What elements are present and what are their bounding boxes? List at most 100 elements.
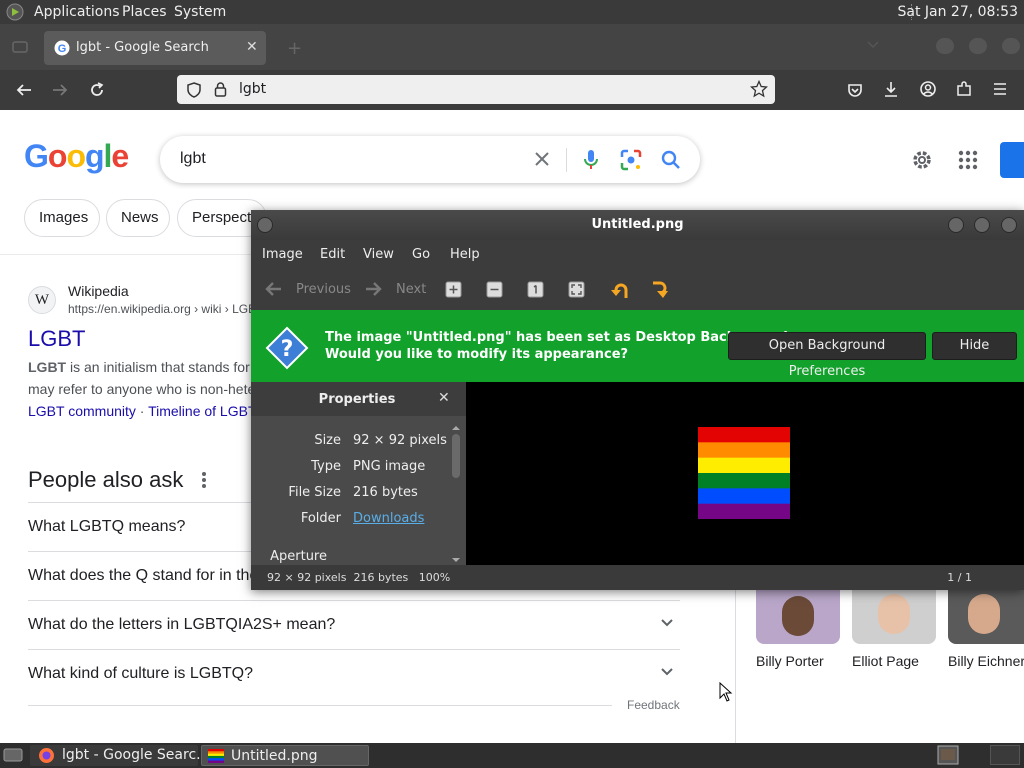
paa-more-options-icon[interactable]: [201, 471, 207, 489]
person-name[interactable]: Billy Porter: [756, 653, 824, 669]
rotate-right-icon[interactable]: [648, 279, 670, 301]
menu-go[interactable]: Go: [412, 247, 430, 262]
downloads-icon[interactable]: [882, 80, 900, 98]
best-fit-icon[interactable]: [568, 281, 585, 298]
image-canvas[interactable]: [466, 382, 1024, 565]
close-icon[interactable]: [1001, 217, 1017, 233]
browser-tab[interactable]: G lgbt - Google Search ✕: [44, 31, 266, 65]
hide-button[interactable]: Hide: [932, 332, 1017, 360]
url-bar[interactable]: lgbt: [177, 75, 775, 104]
minimize-window-icon[interactable]: [936, 38, 954, 54]
property-value: 92 × 92 pixels: [353, 433, 447, 448]
close-properties-icon[interactable]: ✕: [438, 390, 450, 406]
taskbar-label: lgbt - Google Searc...: [62, 747, 210, 763]
downloads-folder-link[interactable]: Downloads: [353, 511, 424, 526]
back-arrow-icon[interactable]: [15, 82, 33, 98]
taskbar-item-browser[interactable]: lgbt - Google Searc...: [30, 745, 210, 766]
distro-logo-icon[interactable]: [6, 3, 24, 21]
next-button[interactable]: Next: [396, 282, 426, 297]
google-search-box[interactable]: lgbt: [160, 136, 700, 183]
paa-question: What do the letters in LGBTQIA2S+ mean?: [28, 616, 336, 633]
account-icon[interactable]: [919, 80, 937, 98]
reload-icon[interactable]: [88, 81, 106, 99]
result-url[interactable]: https://en.wikipedia.org › wiki › LGB: [68, 302, 256, 316]
system-menu[interactable]: System: [174, 4, 226, 20]
lock-icon[interactable]: [214, 81, 227, 97]
viewer-titlebar[interactable]: Untitled.png: [251, 210, 1024, 240]
result-source-name[interactable]: Wikipedia: [68, 283, 129, 299]
shield-icon[interactable]: [187, 82, 201, 98]
new-tab-icon[interactable]: +: [287, 38, 302, 59]
window-menu-icon[interactable]: [257, 217, 273, 233]
next-arrow-icon[interactable]: [364, 280, 384, 298]
workspace-switcher-icon[interactable]: [937, 745, 959, 765]
minimize-icon[interactable]: [948, 217, 964, 233]
properties-scrollbar[interactable]: [450, 422, 462, 565]
show-desktop-icon[interactable]: [3, 747, 23, 763]
chip-images[interactable]: Images: [24, 199, 100, 237]
workspace-2[interactable]: [990, 745, 1020, 765]
applications-menu[interactable]: Applications: [34, 4, 120, 20]
chevron-down-icon[interactable]: [660, 667, 674, 677]
elliot-page-photo[interactable]: [852, 590, 936, 644]
google-apps-icon[interactable]: [958, 150, 978, 170]
paa-question-row[interactable]: What do the letters in LGBTQIA2S+ mean?: [28, 600, 680, 649]
chip-news[interactable]: News: [106, 199, 170, 237]
flag-stripe: [698, 488, 790, 505]
pocket-icon[interactable]: [846, 81, 864, 99]
url-text[interactable]: lgbt: [239, 81, 266, 97]
close-window-icon[interactable]: [1002, 38, 1020, 54]
chevron-down-icon[interactable]: [660, 618, 674, 628]
bookmark-star-icon[interactable]: [750, 80, 768, 98]
open-background-preferences-button[interactable]: Open Background Preferences: [728, 332, 926, 379]
paa-question-row[interactable]: What kind of culture is LGBTQ?: [28, 649, 680, 698]
maximize-icon[interactable]: [974, 217, 990, 233]
search-query[interactable]: lgbt: [180, 150, 206, 168]
billy-eichner-photo[interactable]: [948, 590, 1024, 644]
menu-view[interactable]: View: [363, 247, 394, 262]
settings-gear-icon[interactable]: [910, 148, 934, 172]
billy-porter-photo[interactable]: [756, 590, 840, 644]
normal-size-icon[interactable]: [527, 281, 544, 298]
places-menu[interactable]: Places: [122, 4, 167, 20]
sitelink-timeline[interactable]: Timeline of LGBT: [148, 403, 256, 419]
knowledge-panel-border: [735, 590, 736, 743]
close-tab-icon[interactable]: ✕: [246, 39, 258, 55]
clear-search-icon[interactable]: [534, 151, 550, 167]
result-title-link[interactable]: LGBT: [28, 326, 85, 352]
google-logo[interactable]: Google: [24, 138, 129, 175]
maximize-window-icon[interactable]: [969, 38, 987, 54]
feedback-link[interactable]: Feedback: [627, 698, 680, 712]
zoom-in-icon[interactable]: [445, 281, 462, 298]
previous-button[interactable]: Previous: [296, 282, 351, 297]
forward-arrow-icon[interactable]: [51, 82, 69, 98]
tab-list-chevron-icon[interactable]: [866, 40, 880, 50]
voice-search-icon[interactable]: [583, 148, 599, 172]
viewer-toolbar: Previous Next: [251, 270, 1024, 310]
menu-help[interactable]: Help: [450, 247, 480, 262]
paa-question: What LGBTQ means?: [28, 518, 186, 535]
lens-search-icon[interactable]: [620, 149, 642, 171]
previous-arrow-icon[interactable]: [263, 280, 283, 298]
search-divider: [566, 148, 567, 172]
rainbow-image-icon: [208, 749, 224, 763]
paa-question: What does the Q stand for in the: [28, 567, 259, 584]
property-key: Size: [314, 433, 341, 448]
taskbar-item-viewer[interactable]: Untitled.png: [201, 745, 369, 766]
person-name[interactable]: Elliot Page: [852, 653, 919, 669]
infobar-message: The image "Untitled.png" has been set as…: [325, 329, 793, 363]
sitelink-lgbt-community[interactable]: LGBT community: [28, 403, 136, 419]
menu-image[interactable]: Image: [262, 247, 303, 262]
tab-overview-icon[interactable]: [12, 40, 28, 54]
zoom-out-icon[interactable]: [486, 281, 503, 298]
rotate-left-icon[interactable]: [609, 279, 631, 301]
wikipedia-favicon-icon: W: [28, 286, 56, 314]
person-name[interactable]: Billy Eichner: [948, 653, 1024, 669]
extensions-icon[interactable]: [955, 80, 973, 98]
app-menu-icon[interactable]: [991, 81, 1009, 97]
clock[interactable]: Sat Jan 27, 08:53: [898, 4, 1019, 20]
sign-in-button[interactable]: [1000, 142, 1024, 178]
menu-edit[interactable]: Edit: [320, 247, 345, 262]
search-icon[interactable]: [661, 150, 681, 170]
snippet-bold-term: LGBT: [28, 359, 67, 375]
